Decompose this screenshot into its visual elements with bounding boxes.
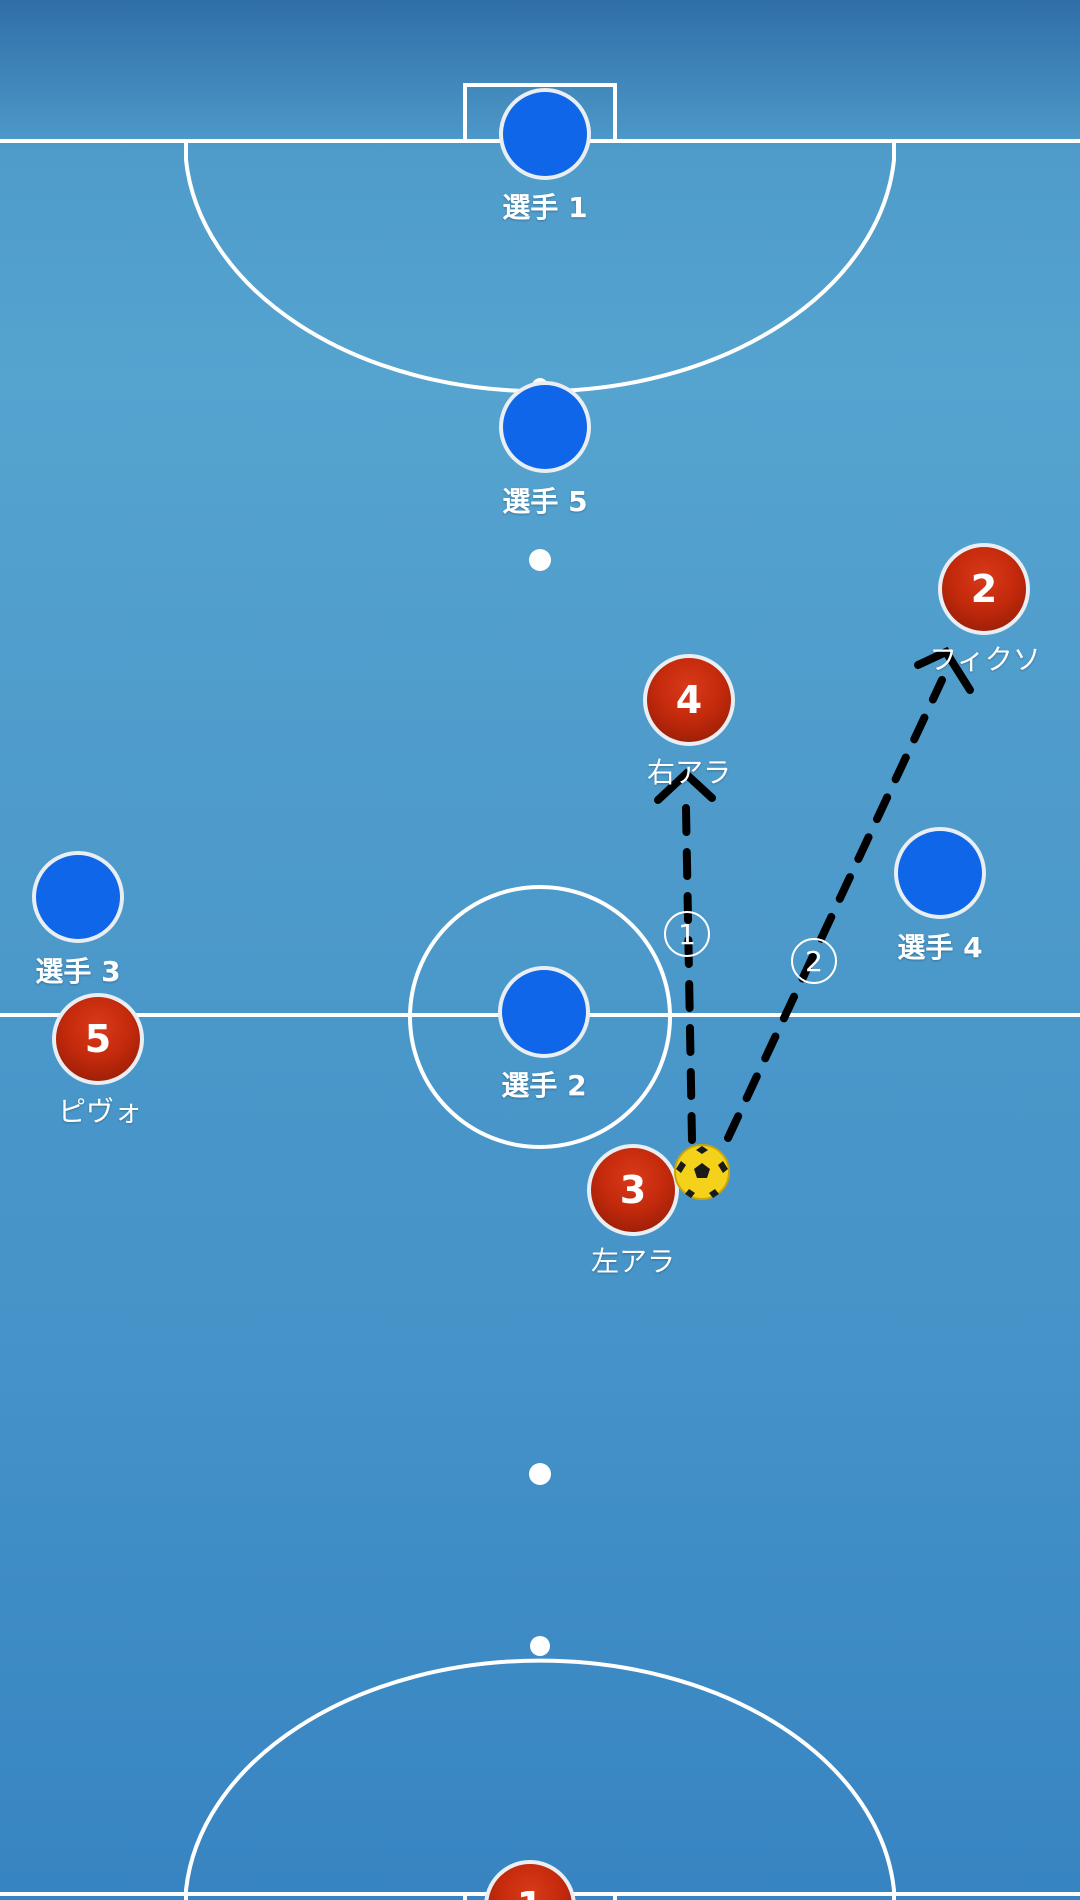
top-second-penalty-mark	[529, 549, 551, 571]
opponent-player-4[interactable]	[894, 827, 986, 919]
team-player-2[interactable]: 2	[938, 543, 1030, 635]
pass-arrow-1	[682, 804, 696, 1144]
team-player-4-role: 右アラ	[646, 756, 732, 789]
opponent-player-1[interactable]	[499, 88, 591, 180]
team-player-3[interactable]: 3	[587, 1144, 679, 1236]
team-player-5[interactable]: 5	[52, 993, 144, 1085]
opponent-player-2[interactable]	[498, 966, 590, 1058]
opponent-player-4-label: 選手 4	[897, 931, 983, 964]
team-player-5-role: ピヴォ	[57, 1095, 143, 1128]
team-player-4[interactable]: 4	[643, 654, 735, 746]
pass-step-2-marker: 2	[791, 938, 837, 984]
opponent-player-3-label: 選手 3	[35, 955, 121, 988]
opponent-player-5-label: 選手 5	[502, 485, 588, 518]
opponent-player-3[interactable]	[32, 851, 124, 943]
bottom-penalty-mark	[530, 1636, 550, 1656]
pass-arrow-2	[724, 676, 946, 1142]
tactics-board[interactable]: 1 2 選手 1 選手 5 選手 3 選手 2 選手 4 2 フィクソ 4 右ア…	[0, 0, 1080, 1900]
pass-step-1-marker: 1	[664, 911, 710, 957]
opponent-player-1-label: 選手 1	[502, 191, 588, 224]
team-player-3-role: 左アラ	[590, 1245, 676, 1278]
opponent-player-2-label: 選手 2	[501, 1069, 587, 1102]
team-player-2-role: フィクソ	[929, 643, 1041, 676]
bottom-second-penalty-mark	[529, 1463, 551, 1485]
opponent-player-5[interactable]	[499, 381, 591, 473]
soccer-ball-icon[interactable]	[673, 1143, 731, 1201]
